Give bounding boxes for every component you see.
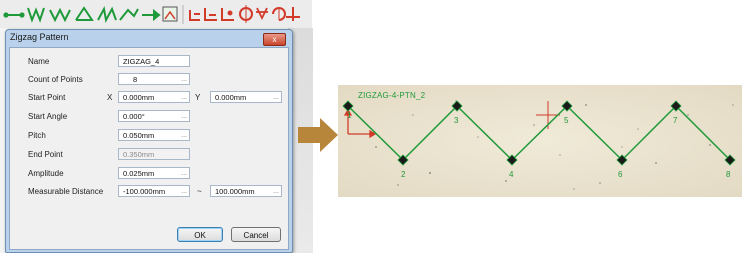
point-number: 3 [454, 116, 459, 125]
start-angle-label: Start Angle [28, 112, 68, 121]
start-x-label: X [107, 93, 113, 102]
count-value: 8 [133, 75, 138, 84]
dialog-body: Name ZIGZAG_4 Count of Points 8... Start… [9, 47, 289, 250]
preview-canvas [338, 85, 742, 197]
step-down-icon[interactable] [204, 8, 217, 21]
pattern-label: ZIGZAG-4-PTN_2 [358, 91, 426, 100]
amplitude-label: Amplitude [28, 169, 64, 178]
measurable-to-field[interactable]: 100.000mm... [210, 185, 282, 197]
end-point-label: End Point [28, 150, 63, 159]
rotate-icon[interactable] [272, 7, 286, 21]
ok-button[interactable]: OK [177, 227, 223, 242]
circle-icon[interactable] [239, 5, 253, 23]
corner-icon[interactable] [221, 8, 234, 21]
cancel-button[interactable]: Cancel [231, 227, 281, 242]
measurable-from-value: -100.000mm [123, 187, 166, 196]
pitch-field[interactable]: 0.050mm... [118, 129, 190, 141]
pitch-value: 0.050mm [123, 131, 155, 140]
step-icon[interactable] [189, 10, 200, 21]
star-icon[interactable] [256, 7, 268, 21]
more-icon[interactable]: ... [273, 186, 279, 198]
range-separator: ~ [197, 187, 202, 196]
more-icon[interactable]: ... [181, 92, 187, 104]
name-label: Name [28, 57, 50, 66]
arrow-right-icon [298, 118, 338, 152]
more-icon[interactable]: ... [181, 130, 187, 142]
start-x-value: 0.000mm [123, 93, 155, 102]
name-value: ZIGZAG_4 [123, 57, 160, 66]
more-icon[interactable]: ... [181, 186, 187, 198]
zigzag-pattern-dialog: Zigzag Pattern x Name ZIGZAG_4 Count of … [5, 29, 293, 253]
more-icon[interactable]: ... [181, 168, 187, 180]
measurable-distance-label: Measurable Distance [28, 187, 104, 196]
triangle-icon[interactable] [75, 6, 94, 21]
arrow-right-icon[interactable] [142, 8, 161, 22]
point-number: 2 [401, 170, 406, 179]
point-number: 8 [726, 170, 731, 179]
measurable-from-field[interactable]: -100.000mm... [118, 185, 190, 197]
point-number: 1 [347, 111, 352, 120]
start-y-value: 0.000mm [215, 93, 247, 102]
zigzag-icon[interactable] [49, 7, 71, 23]
start-angle-value: 0.000° [123, 112, 145, 121]
start-angle-field[interactable]: 0.000°... [118, 110, 190, 122]
amplitude-field[interactable]: 0.025mm... [118, 167, 190, 179]
line-icon[interactable] [3, 12, 25, 18]
cross-icon[interactable] [286, 7, 300, 21]
pitch-label: Pitch [28, 131, 46, 140]
more-icon[interactable]: ... [273, 92, 279, 104]
count-field[interactable]: 8... [118, 73, 190, 85]
measurable-to-value: 100.000mm [215, 187, 255, 196]
zigzag-down-icon[interactable] [27, 7, 45, 23]
point-number: 7 [673, 116, 678, 125]
close-button[interactable]: x [263, 33, 286, 46]
camera-preview: ZIGZAG-4-PTN_2 1 2 3 4 5 6 7 8 [338, 85, 742, 197]
point-number: 4 [509, 170, 514, 179]
sawtooth-icon[interactable] [97, 6, 117, 23]
more-icon[interactable]: ... [181, 74, 187, 86]
toolbar [0, 0, 312, 28]
start-y-field[interactable]: 0.000mm... [210, 91, 282, 103]
close-icon: x [272, 35, 277, 44]
end-point-value: 0.350mm [123, 150, 155, 159]
end-point-field: 0.350mm [118, 148, 190, 160]
name-field[interactable]: ZIGZAG_4 [118, 55, 190, 67]
image-icon[interactable] [162, 6, 178, 22]
count-label: Count of Points [28, 75, 83, 84]
point-number: 6 [618, 170, 623, 179]
amplitude-value: 0.025mm [123, 169, 155, 178]
dialog-title: Zigzag Pattern [10, 32, 69, 42]
start-y-label: Y [195, 93, 201, 102]
start-point-label: Start Point [28, 93, 66, 102]
start-x-field[interactable]: 0.000mm... [118, 91, 190, 103]
polyline-icon[interactable] [119, 8, 139, 21]
more-icon[interactable]: ... [181, 111, 187, 123]
point-number: 5 [564, 116, 569, 125]
